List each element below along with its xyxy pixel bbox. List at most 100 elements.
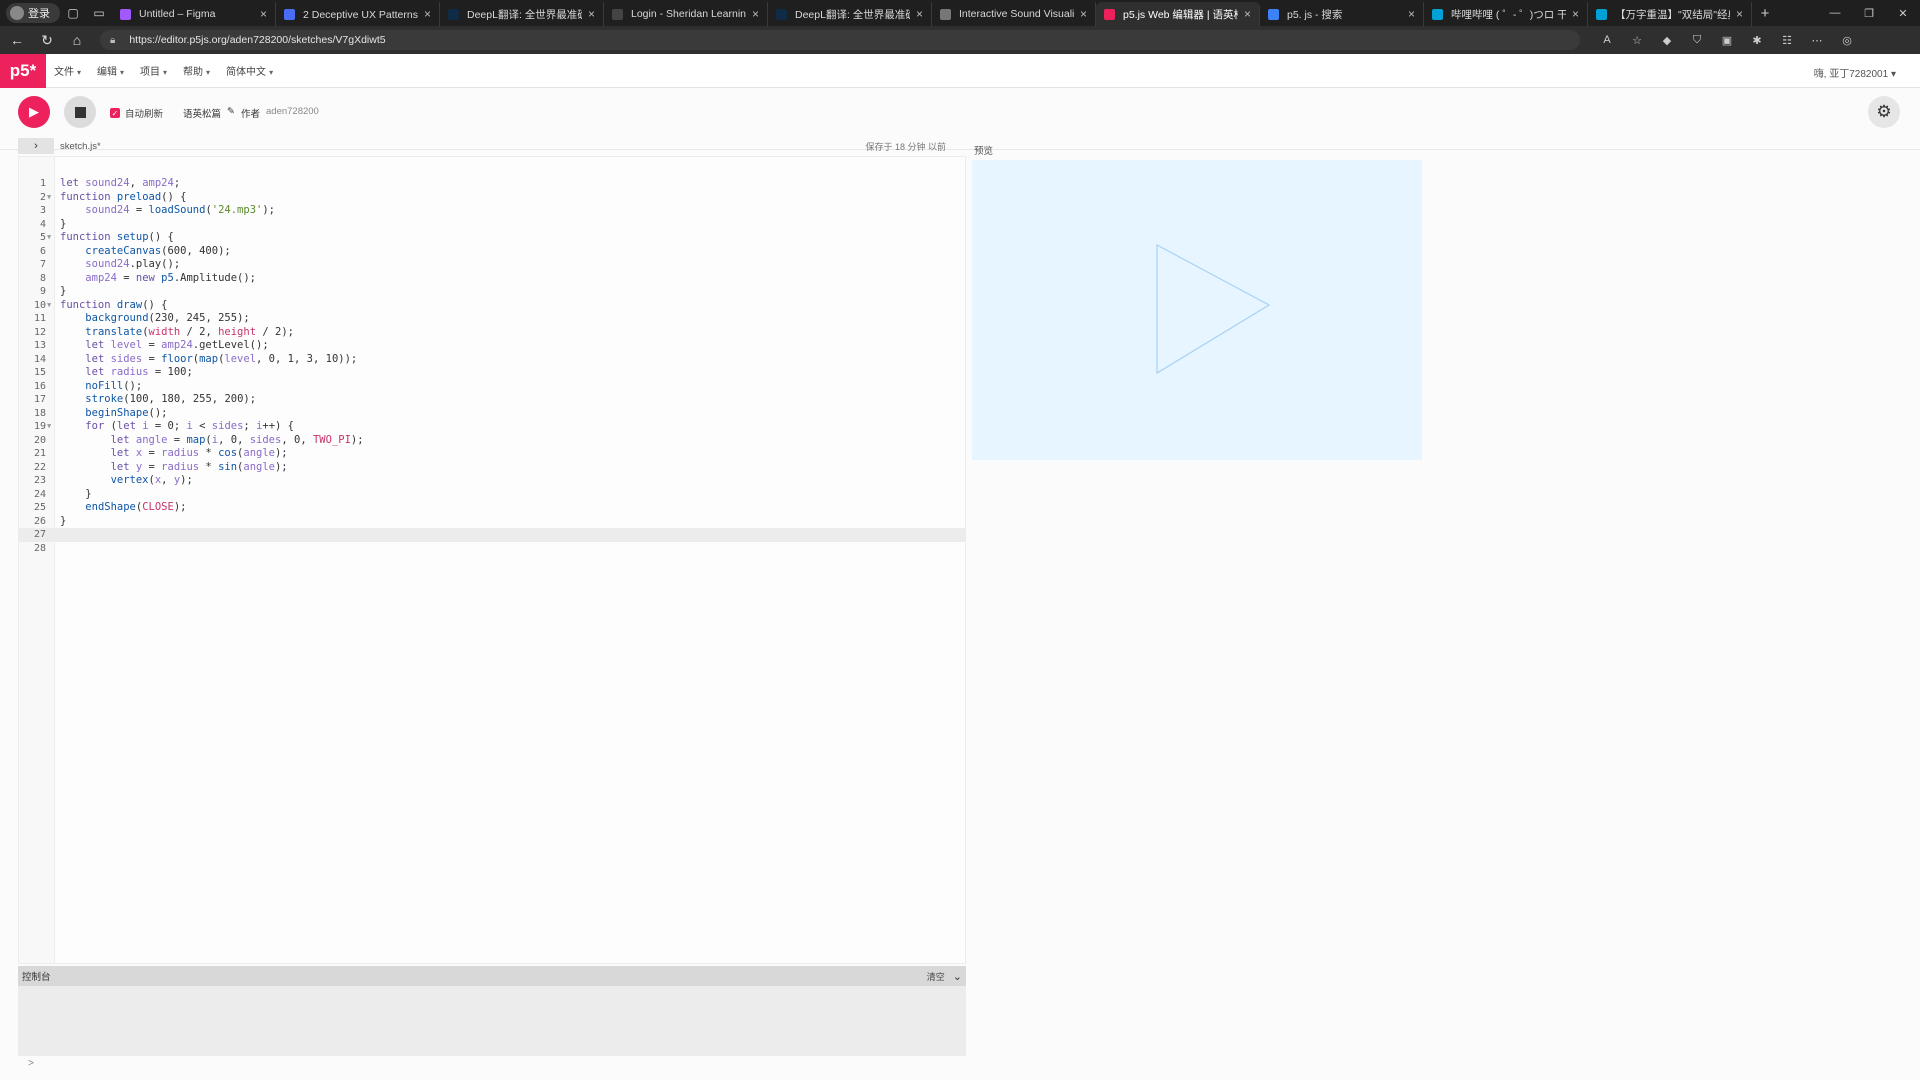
fold-arrow-icon[interactable]: ▼	[47, 231, 51, 245]
code-line[interactable]: 6 createCanvas(600, 400);	[19, 245, 965, 259]
line-number: 22	[33, 461, 46, 473]
browser-tab[interactable]: DeepL翻译: 全世界最准确的 ×	[768, 2, 932, 26]
code-line[interactable]: 21 let x = radius * cos(angle);	[19, 447, 965, 461]
code-line[interactable]: 18 beginShape();	[19, 407, 965, 421]
close-icon[interactable]: ×	[1080, 7, 1087, 21]
browser-tab[interactable]: Untitled – Figma ×	[112, 2, 276, 26]
more-menu-icon[interactable]: ⋯	[1804, 29, 1830, 51]
home-icon[interactable]: ⌂	[64, 27, 90, 53]
code-text: let radius = 100;	[85, 366, 193, 378]
user-menu[interactable]: 嗨, 亚丁7282001 ▾	[1814, 65, 1896, 80]
preview-canvas[interactable]	[972, 160, 1422, 460]
checkbox-checked-icon[interactable]: ✓	[110, 108, 120, 118]
browser-tab[interactable]: p5. js - 搜索 ×	[1260, 2, 1424, 26]
browser-tab[interactable]: 【万字重温】"双结局"经典剧 ×	[1588, 2, 1752, 26]
code-line[interactable]: 5 ▼ function setup() {	[19, 231, 965, 245]
line-number: 13	[33, 340, 46, 351]
extension-square-icon[interactable]: ▣	[1714, 29, 1740, 51]
code-line[interactable]: 9}	[19, 285, 965, 299]
extension-icon[interactable]: ◆	[1654, 29, 1680, 51]
code-line[interactable]: 16 noFill();	[19, 380, 965, 394]
favorite-star-icon[interactable]: ☆	[1624, 29, 1650, 51]
pencil-icon[interactable]: ✎	[227, 106, 235, 120]
code-line[interactable]: 17 stroke(100, 180, 255, 200);	[19, 393, 965, 407]
tab-title: Untitled – Figma	[139, 8, 216, 20]
close-icon[interactable]: ×	[916, 7, 923, 21]
play-icon: ▶	[29, 104, 39, 119]
new-tab-button[interactable]: +	[1752, 5, 1778, 22]
code-line[interactable]: 14 let sides = floor(map(level, 0, 1, 3,…	[19, 353, 965, 367]
shield-icon[interactable]: ⛉	[1684, 29, 1710, 51]
menu-item[interactable]: 文件 ▾	[54, 63, 81, 78]
code-line[interactable]: 25 endShape(CLOSE);	[19, 501, 965, 515]
translate-icon[interactable]: A	[1594, 29, 1620, 51]
code-line[interactable]: 15 let radius = 100;	[19, 366, 965, 380]
close-icon[interactable]: ×	[1736, 7, 1743, 21]
url-input[interactable]: 🔒︎ https://editor.p5js.org/aden728200/sk…	[100, 30, 1580, 50]
browser-tab[interactable]: p5.js Web 编辑器 | 语英松篇 ×	[1096, 2, 1260, 26]
console-prompt[interactable]: >	[28, 1058, 34, 1069]
code-line[interactable]: 7 sound24.play();	[19, 258, 965, 272]
menu-item[interactable]: 帮助 ▾	[183, 63, 210, 78]
tab-actions-icon[interactable]: ▭	[86, 0, 112, 26]
back-icon[interactable]: ←	[4, 27, 30, 53]
code-line[interactable]: 2 ▼ function preload() {	[19, 191, 965, 205]
code-line[interactable]: 19 ▼ for (let i = 0; i < sides; i++) {	[19, 420, 965, 434]
p5-logo[interactable]: p5*	[0, 53, 46, 88]
chevron-down-icon[interactable]: ⌄	[953, 970, 962, 983]
menu-item[interactable]: 项目 ▾	[140, 63, 167, 78]
code-line[interactable]: 23 vertex(x, y);	[19, 474, 965, 488]
close-icon[interactable]: ×	[424, 7, 431, 21]
reload-icon[interactable]: ↻	[34, 27, 60, 53]
fold-arrow-icon[interactable]: ▼	[47, 191, 51, 205]
browser-tab[interactable]: 哔哩哔哩 ( ゜- ゜)つロ 干杯~ ×	[1424, 2, 1588, 26]
workspaces-icon[interactable]: ▢	[60, 0, 86, 26]
fold-arrow-icon[interactable]: ▼	[47, 299, 51, 313]
restore-icon[interactable]: ❐	[1852, 0, 1886, 26]
stop-button[interactable]	[64, 96, 96, 128]
close-window-icon[interactable]: ✕	[1886, 0, 1920, 26]
close-icon[interactable]: ×	[1408, 7, 1415, 21]
address-bar-row: ← ↻ ⌂ 🔒︎ https://editor.p5js.org/aden728…	[0, 26, 1920, 54]
sidebar-toggle-button[interactable]: ›	[18, 138, 54, 154]
profile-button[interactable]: 登录	[6, 3, 60, 23]
code-line[interactable]: 27	[19, 528, 965, 542]
close-icon[interactable]: ×	[260, 7, 267, 21]
console-clear-button[interactable]: 清空	[927, 970, 945, 983]
close-icon[interactable]: ×	[1572, 7, 1579, 21]
browser-tab[interactable]: Login - Sheridan Learning an ×	[604, 2, 768, 26]
code-line[interactable]: 11 background(230, 245, 255);	[19, 312, 965, 326]
play-button[interactable]: ▶	[18, 96, 50, 128]
code-editor[interactable]: 1 let sound24, amp24; 2 ▼ function preload()…	[18, 156, 966, 964]
code-line[interactable]: 13 let level = amp24.getLevel();	[19, 339, 965, 353]
sketch-name[interactable]: 语英松篇	[183, 106, 221, 120]
code-line[interactable]: 10 ▼ function draw() {	[19, 299, 965, 313]
close-icon[interactable]: ×	[1244, 7, 1251, 21]
menu-item[interactable]: 简体中文 ▾	[226, 63, 273, 78]
close-icon[interactable]: ×	[588, 7, 595, 21]
code-line[interactable]: 24 }	[19, 488, 965, 502]
code-line[interactable]: 8 amp24 = new p5.Amplitude();	[19, 272, 965, 286]
browser-tab[interactable]: 2 Deceptive UX Patterns-演示 ×	[276, 2, 440, 26]
settings-button[interactable]: ⚙	[1868, 96, 1900, 128]
code-line[interactable]: 12 translate(width / 2, height / 2);	[19, 326, 965, 340]
browser-tab[interactable]: DeepL翻译: 全世界最准确的 ×	[440, 2, 604, 26]
code-line[interactable]: 1 let sound24, amp24;	[19, 177, 965, 191]
code-line[interactable]: 20 let angle = map(i, 0, sides, 0, TWO_P…	[19, 434, 965, 448]
extensions-icon[interactable]: ✱	[1744, 29, 1770, 51]
code-line[interactable]: 4}	[19, 218, 965, 232]
tab-favicon	[612, 8, 623, 20]
code-line[interactable]: 28	[19, 542, 965, 556]
copilot-icon[interactable]: ◎	[1834, 29, 1860, 51]
browser-tab[interactable]: Interactive Sound Visualizatio ×	[932, 2, 1096, 26]
code-line[interactable]: 26}	[19, 515, 965, 529]
author-link[interactable]: aden728200	[266, 106, 319, 120]
auto-refresh-toggle[interactable]: ✓ 自动刷新	[110, 106, 163, 120]
menu-item[interactable]: 编辑 ▾	[97, 63, 124, 78]
close-icon[interactable]: ×	[752, 7, 759, 21]
minimize-icon[interactable]: —	[1818, 0, 1852, 26]
code-line[interactable]: 22 let y = radius * sin(angle);	[19, 461, 965, 475]
fold-arrow-icon[interactable]: ▼	[47, 420, 51, 434]
favorites-icon[interactable]: ☷	[1774, 29, 1800, 51]
code-line[interactable]: 3 sound24 = loadSound('24.mp3');	[19, 204, 965, 218]
